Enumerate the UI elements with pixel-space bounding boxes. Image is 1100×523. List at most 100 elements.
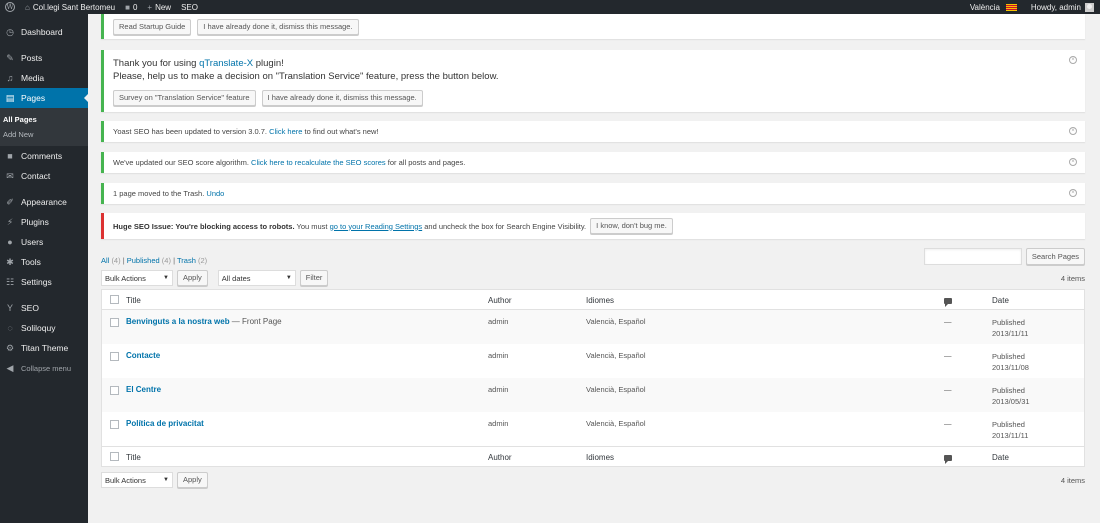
menu-media[interactable]: ♫ Media — [0, 68, 88, 88]
recalculate-scores-link[interactable]: Click here to recalculate the SEO scores — [251, 158, 386, 167]
column-languages: Idiomes — [586, 453, 615, 462]
close-icon[interactable]: × — [1069, 189, 1077, 197]
pages-icon: ▤ — [5, 92, 15, 103]
row-author-link[interactable]: admin — [488, 317, 508, 326]
menu-pages[interactable]: ▤ Pages — [0, 88, 89, 108]
yoast-whats-new-link[interactable]: Click here — [269, 127, 302, 136]
apply-button[interactable]: Apply — [177, 472, 208, 488]
row-date: Published 2013/11/08 — [992, 352, 1029, 372]
row-title-link[interactable]: El Centre — [126, 385, 161, 394]
qtranslate-notice: Thank you for using qTranslate-X plugin!… — [101, 50, 1085, 112]
column-date[interactable]: Date — [992, 296, 1009, 305]
survey-button[interactable]: Survey on "Translation Service" feature — [113, 90, 256, 106]
row-comments: — — [944, 317, 952, 326]
avatar — [1085, 2, 1094, 12]
row-checkbox[interactable] — [110, 318, 119, 327]
comments-link[interactable]: ■ 0 — [120, 0, 142, 14]
reading-settings-link[interactable]: go to your Reading Settings — [330, 222, 423, 231]
menu-dashboard[interactable]: ◷ Dashboard — [0, 22, 88, 42]
menu-users[interactable]: ● Users — [0, 232, 88, 252]
menu-comments[interactable]: ■ Comments — [0, 146, 88, 166]
settings-icon: ☷ — [5, 276, 15, 287]
column-date[interactable]: Date — [992, 453, 1009, 462]
select-all-checkbox[interactable] — [110, 452, 119, 461]
column-languages: Idiomes — [586, 296, 615, 305]
row-title-link[interactable]: Contacte — [126, 351, 160, 360]
row-checkbox[interactable] — [110, 420, 119, 429]
dismiss-qtranslate-button[interactable]: I have already done it, dismiss this mes… — [261, 90, 423, 106]
filter-published[interactable]: Published (4) — [127, 256, 171, 265]
row-title-link[interactable]: Política de privacitat — [126, 419, 204, 428]
wordpress-logo-icon[interactable]: W — [0, 0, 20, 14]
column-author: Author — [488, 453, 512, 462]
table-footer: Title Author Idiomes Date — [102, 446, 1084, 466]
menu-tools[interactable]: ✱ Tools — [0, 252, 88, 272]
menu-appearance[interactable]: ✐ Appearance — [0, 192, 88, 212]
row-comments: — — [944, 419, 952, 428]
my-account-link[interactable]: Howdy, admin — [1026, 0, 1100, 14]
dont-bug-me-button[interactable]: I know, don't bug me. — [590, 218, 673, 234]
submenu-all-pages[interactable]: All Pages — [3, 112, 88, 127]
status-filters: All (4) | Published (4) | Trash (2) — [101, 256, 208, 265]
chevron-down-icon: ▼ — [163, 477, 169, 483]
plugin-icon: ⚡ — [6, 216, 14, 227]
menu-settings[interactable]: ☷ Settings — [0, 272, 88, 292]
row-author-link[interactable]: admin — [488, 419, 508, 428]
column-title[interactable]: Title — [126, 453, 141, 462]
table-row: Contacte admin Valencià, Español — Publi… — [102, 344, 1084, 378]
search-pages-button[interactable]: Search Pages — [1025, 248, 1085, 265]
site-name-link[interactable]: ⌂ Col.legi Sant Bertomeu — [20, 0, 120, 14]
admin-bar: W ⌂ Col.legi Sant Bertomeu ■ 0 + New SEO… — [0, 0, 1100, 14]
collapse-menu-button[interactable]: ◀ Collapse menu — [0, 358, 88, 378]
filter-trash[interactable]: Trash (2) — [177, 256, 207, 265]
comments-column-icon[interactable] — [944, 454, 952, 464]
filter-button[interactable]: Filter — [299, 270, 329, 286]
table-row: Política de privacitat admin Valencià, E… — [102, 412, 1084, 446]
comments-column-icon[interactable] — [944, 297, 952, 307]
dismiss-startup-button[interactable]: I have already done it, dismiss this mes… — [197, 19, 359, 35]
seo-link[interactable]: SEO — [176, 0, 203, 14]
undo-link[interactable]: Undo — [206, 189, 224, 198]
tablenav-top: Bulk Actions ▼ Apply All dates ▼ Filter … — [101, 270, 1085, 286]
row-languages: Valencià, Español — [586, 419, 646, 428]
search-input[interactable] — [923, 248, 1022, 265]
row-languages: Valencià, Español — [586, 351, 646, 360]
admin-sidebar: ◷ Dashboard ✎ Posts ♫ Media ▤ Pages All … — [0, 14, 89, 523]
flag-icon — [1005, 3, 1017, 11]
row-date: Published 2013/11/11 — [992, 420, 1029, 440]
select-all-checkbox[interactable] — [110, 295, 119, 304]
menu-contact[interactable]: ✉ Contact — [0, 166, 88, 186]
qtranslate-thanks: Thank you for using qTranslate-X plugin! — [113, 58, 284, 69]
new-content-link[interactable]: + New — [142, 0, 176, 14]
close-icon[interactable]: × — [1069, 56, 1077, 64]
menu-posts[interactable]: ✎ Posts — [0, 48, 88, 68]
row-author-link[interactable]: admin — [488, 351, 508, 360]
menu-seo[interactable]: Y SEO — [0, 298, 88, 318]
menu-soliloquy[interactable]: ◌ Soliloquy — [0, 318, 88, 338]
close-icon[interactable]: × — [1069, 158, 1077, 166]
language-switcher[interactable]: València — [965, 0, 1026, 14]
read-startup-guide-button[interactable]: Read Startup Guide — [113, 19, 192, 35]
bulk-actions-select[interactable]: Bulk Actions ▼ — [101, 270, 173, 286]
close-icon[interactable]: × — [1069, 127, 1077, 135]
plus-icon: + — [147, 2, 153, 12]
row-title-link[interactable]: Benvinguts a la nostra web — [126, 317, 230, 326]
pin-icon: ✎ — [6, 52, 14, 63]
dates-select[interactable]: All dates ▼ — [217, 270, 296, 286]
row-author-link[interactable]: admin — [488, 385, 508, 394]
menu-titan-theme[interactable]: ⚙ Titan Theme — [0, 338, 88, 358]
robots-error-notice: Huge SEO Issue: You're blocking access t… — [101, 213, 1085, 239]
items-count: 4 items — [1060, 475, 1085, 485]
apply-button[interactable]: Apply — [177, 270, 208, 286]
pages-submenu: All Pages Add New — [0, 108, 88, 146]
menu-plugins[interactable]: ⚡ Plugins — [0, 212, 88, 232]
submenu-add-new[interactable]: Add New — [3, 127, 88, 142]
comment-bubble-icon: ■ — [125, 2, 130, 12]
column-title[interactable]: Title — [126, 296, 141, 305]
row-checkbox[interactable] — [110, 352, 119, 361]
row-date: Published 2013/11/11 — [992, 318, 1029, 338]
qtranslate-link[interactable]: qTranslate-X — [199, 58, 253, 69]
filter-all[interactable]: All (4) — [101, 256, 121, 265]
bulk-actions-select[interactable]: Bulk Actions ▼ — [101, 472, 173, 488]
row-checkbox[interactable] — [110, 386, 119, 395]
